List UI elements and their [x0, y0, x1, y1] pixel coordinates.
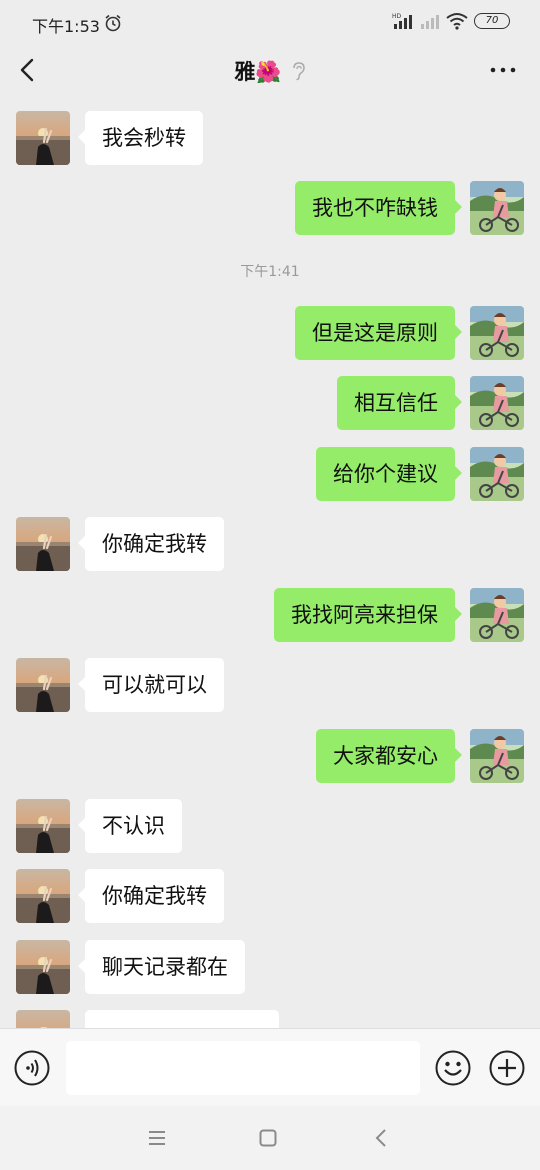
- battery-icon: 70: [474, 13, 510, 29]
- my-avatar[interactable]: [470, 376, 524, 430]
- incoming-message: [0, 1010, 540, 1028]
- input-bar: [0, 1028, 540, 1107]
- my-avatar[interactable]: [470, 588, 524, 642]
- my-avatar[interactable]: [470, 181, 524, 235]
- status-icons: HD 70: [392, 12, 510, 30]
- hd-signal-icon: HD: [392, 13, 412, 29]
- my-avatar[interactable]: [470, 447, 524, 501]
- menu-icon[interactable]: [147, 1129, 167, 1147]
- contact-avatar[interactable]: [16, 517, 70, 571]
- outgoing-message: 我也不咋缺钱: [0, 181, 540, 237]
- signal-icon: [421, 15, 439, 29]
- status-bar: 下午1:53 HD 70: [0, 0, 540, 46]
- message-timestamp: 下午1:41: [240, 264, 300, 280]
- contact-avatar[interactable]: [16, 1010, 70, 1028]
- voice-icon[interactable]: [14, 1050, 50, 1086]
- message-bubble[interactable]: [85, 1010, 279, 1028]
- message-input[interactable]: [66, 1041, 420, 1095]
- system-nav-bar: [0, 1106, 540, 1170]
- incoming-message: 我会秒转: [0, 111, 540, 167]
- contact-avatar[interactable]: [16, 658, 70, 712]
- chat-title-wrap: 雅🌺: [0, 56, 540, 86]
- status-time: 下午1:53: [32, 17, 100, 36]
- ear-icon: [292, 62, 305, 81]
- incoming-message: 你确定我转: [0, 517, 540, 573]
- outgoing-message: 我找阿亮来担保: [0, 588, 540, 644]
- contact-avatar[interactable]: [16, 869, 70, 923]
- outgoing-message: 相互信任: [0, 376, 540, 432]
- message-bubble[interactable]: 聊天记录都在: [78, 940, 245, 994]
- contact-avatar[interactable]: [16, 940, 70, 994]
- home-icon[interactable]: [259, 1129, 277, 1147]
- message-bubble[interactable]: 相互信任: [337, 376, 462, 430]
- message-bubble[interactable]: 你确定我转: [78, 517, 224, 571]
- contact-avatar[interactable]: [16, 799, 70, 853]
- incoming-message: 可以就可以: [0, 658, 540, 714]
- plus-icon[interactable]: [489, 1050, 525, 1086]
- message-bubble[interactable]: 我会秒转: [78, 111, 203, 165]
- nav-back-icon[interactable]: [374, 1128, 388, 1148]
- message-bubble[interactable]: 不认识: [78, 799, 182, 853]
- chat-title[interactable]: 雅🌺: [234, 60, 281, 84]
- incoming-message: 不认识: [0, 799, 540, 855]
- my-avatar[interactable]: [470, 306, 524, 360]
- emoji-icon[interactable]: [435, 1050, 471, 1086]
- outgoing-message: 大家都安心: [0, 729, 540, 785]
- outgoing-message: 给你个建议: [0, 447, 540, 503]
- incoming-message: 聊天记录都在: [0, 940, 540, 996]
- more-icon[interactable]: [488, 58, 518, 82]
- message-list[interactable]: 下午1:41 我会秒转 我也不咋缺钱 但是这是原则 相互信任 给你个建议 你确定…: [0, 96, 540, 1028]
- message-bubble[interactable]: 可以就可以: [78, 658, 224, 712]
- message-bubble[interactable]: 我找阿亮来担保: [274, 588, 462, 642]
- message-bubble[interactable]: 你确定我转: [78, 869, 224, 923]
- message-bubble[interactable]: 但是这是原则: [295, 306, 462, 360]
- message-bubble[interactable]: 大家都安心: [316, 729, 462, 783]
- my-avatar[interactable]: [470, 729, 524, 783]
- outgoing-message: 但是这是原则: [0, 306, 540, 362]
- alarm-icon: [105, 14, 121, 32]
- svg-text:HD: HD: [392, 13, 402, 20]
- message-bubble[interactable]: 给你个建议: [316, 447, 462, 501]
- contact-avatar[interactable]: [16, 111, 70, 165]
- incoming-message: 你确定我转: [0, 869, 540, 925]
- chat-header: 雅🌺: [0, 46, 540, 96]
- wifi-icon: [446, 13, 468, 30]
- message-bubble[interactable]: 我也不咋缺钱: [295, 181, 462, 235]
